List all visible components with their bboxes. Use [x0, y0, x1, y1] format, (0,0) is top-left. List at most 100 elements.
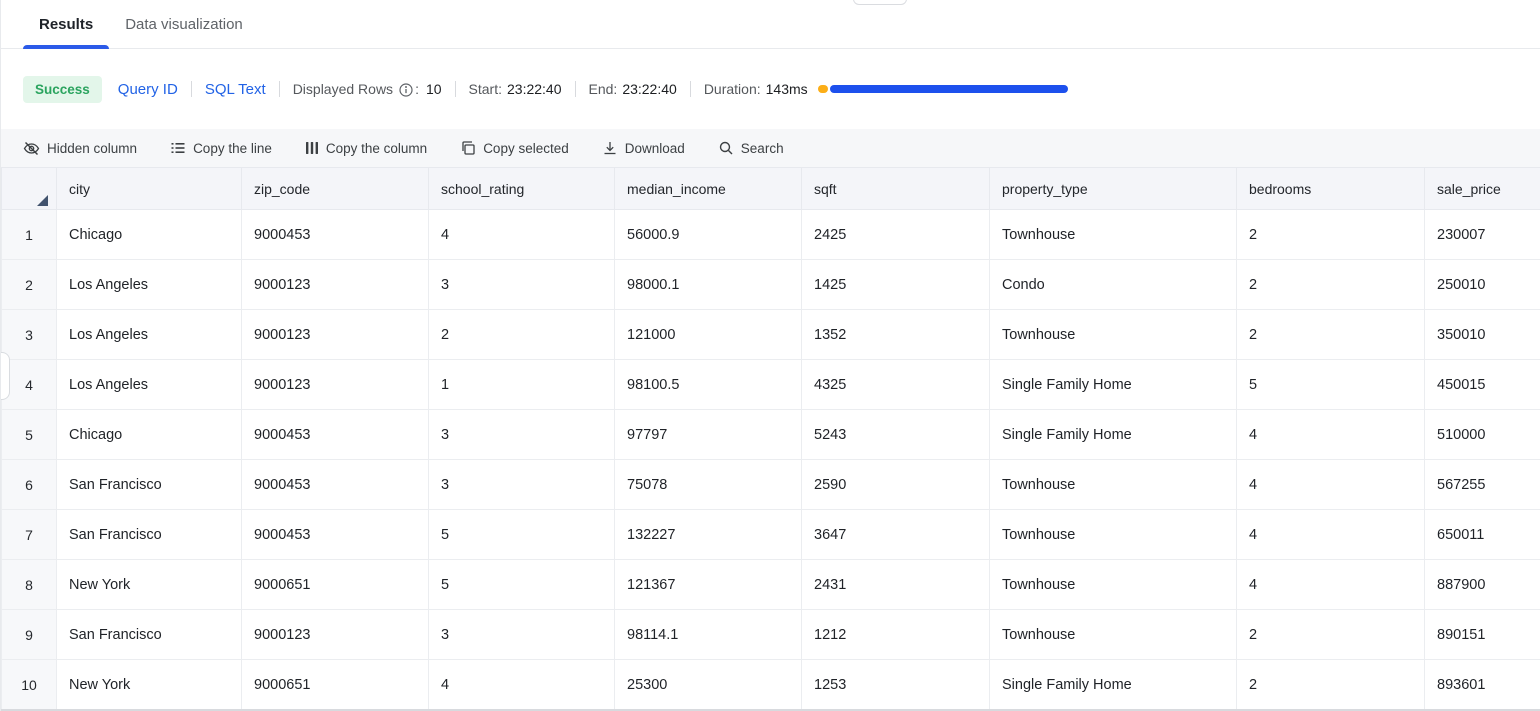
- column-header-median_income[interactable]: median_income: [615, 168, 802, 210]
- toolbar-button-download[interactable]: Download: [602, 140, 685, 156]
- cell-sqft[interactable]: 2425: [802, 210, 990, 260]
- cell-school_rating[interactable]: 3: [429, 260, 615, 310]
- cell-zip_code[interactable]: 9000651: [242, 660, 429, 710]
- row-number-cell[interactable]: 3: [2, 310, 57, 360]
- cell-median_income[interactable]: 121000: [615, 310, 802, 360]
- cell-city[interactable]: Los Angeles: [57, 360, 242, 410]
- cell-school_rating[interactable]: 2: [429, 310, 615, 360]
- select-all-corner-cell[interactable]: [2, 168, 57, 210]
- cell-property_type[interactable]: Single Family Home: [990, 410, 1237, 460]
- cell-sqft[interactable]: 2431: [802, 560, 990, 610]
- cell-property_type[interactable]: Townhouse: [990, 210, 1237, 260]
- cell-sale_price[interactable]: 510000: [1425, 410, 1540, 460]
- cell-sqft[interactable]: 3647: [802, 510, 990, 560]
- cell-median_income[interactable]: 98000.1: [615, 260, 802, 310]
- cell-zip_code[interactable]: 9000453: [242, 410, 429, 460]
- cell-property_type[interactable]: Townhouse: [990, 460, 1237, 510]
- cell-zip_code[interactable]: 9000123: [242, 610, 429, 660]
- cell-property_type[interactable]: Single Family Home: [990, 660, 1237, 710]
- cell-zip_code[interactable]: 9000453: [242, 210, 429, 260]
- cell-property_type[interactable]: Single Family Home: [990, 360, 1237, 410]
- cell-property_type[interactable]: Townhouse: [990, 510, 1237, 560]
- cell-school_rating[interactable]: 3: [429, 410, 615, 460]
- cell-bedrooms[interactable]: 2: [1237, 210, 1425, 260]
- cell-sale_price[interactable]: 650011: [1425, 510, 1540, 560]
- cell-bedrooms[interactable]: 2: [1237, 660, 1425, 710]
- cell-sale_price[interactable]: 230007: [1425, 210, 1540, 260]
- partial-button-top-edge[interactable]: [853, 0, 907, 5]
- row-number-cell[interactable]: 5: [2, 410, 57, 460]
- cell-sale_price[interactable]: 893601: [1425, 660, 1540, 710]
- cell-median_income[interactable]: 98100.5: [615, 360, 802, 410]
- cell-school_rating[interactable]: 4: [429, 210, 615, 260]
- cell-school_rating[interactable]: 1: [429, 360, 615, 410]
- cell-sqft[interactable]: 1352: [802, 310, 990, 360]
- cell-median_income[interactable]: 121367: [615, 560, 802, 610]
- row-number-cell[interactable]: 10: [2, 660, 57, 710]
- cell-sale_price[interactable]: 450015: [1425, 360, 1540, 410]
- row-number-cell[interactable]: 9: [2, 610, 57, 660]
- column-header-bedrooms[interactable]: bedrooms: [1237, 168, 1425, 210]
- cell-property_type[interactable]: Condo: [990, 260, 1237, 310]
- cell-zip_code[interactable]: 9000453: [242, 510, 429, 560]
- toolbar-button-hidden-column[interactable]: Hidden column: [23, 140, 137, 157]
- select-all-triangle-icon[interactable]: [37, 195, 48, 206]
- cell-zip_code[interactable]: 9000123: [242, 360, 429, 410]
- info-icon[interactable]: [399, 83, 413, 100]
- cell-bedrooms[interactable]: 5: [1237, 360, 1425, 410]
- cell-bedrooms[interactable]: 2: [1237, 310, 1425, 360]
- cell-bedrooms[interactable]: 4: [1237, 410, 1425, 460]
- cell-city[interactable]: San Francisco: [57, 460, 242, 510]
- cell-median_income[interactable]: 75078: [615, 460, 802, 510]
- row-number-cell[interactable]: 2: [2, 260, 57, 310]
- cell-property_type[interactable]: Townhouse: [990, 560, 1237, 610]
- cell-school_rating[interactable]: 3: [429, 460, 615, 510]
- column-header-school_rating[interactable]: school_rating: [429, 168, 615, 210]
- cell-bedrooms[interactable]: 4: [1237, 460, 1425, 510]
- cell-sale_price[interactable]: 567255: [1425, 460, 1540, 510]
- cell-bedrooms[interactable]: 4: [1237, 560, 1425, 610]
- cell-school_rating[interactable]: 4: [429, 660, 615, 710]
- row-number-cell[interactable]: 7: [2, 510, 57, 560]
- cell-city[interactable]: New York: [57, 660, 242, 710]
- cell-property_type[interactable]: Townhouse: [990, 310, 1237, 360]
- cell-zip_code[interactable]: 9000123: [242, 260, 429, 310]
- row-number-cell[interactable]: 6: [2, 460, 57, 510]
- toolbar-button-copy-the-line[interactable]: Copy the line: [170, 140, 272, 156]
- panel-collapse-handle[interactable]: [1, 352, 10, 400]
- query-id-link[interactable]: Query ID: [118, 81, 178, 98]
- row-number-cell[interactable]: 8: [2, 560, 57, 610]
- cell-zip_code[interactable]: 9000453: [242, 460, 429, 510]
- cell-city[interactable]: San Francisco: [57, 510, 242, 560]
- cell-city[interactable]: Chicago: [57, 410, 242, 460]
- cell-sale_price[interactable]: 890151: [1425, 610, 1540, 660]
- cell-sale_price[interactable]: 887900: [1425, 560, 1540, 610]
- cell-bedrooms[interactable]: 2: [1237, 260, 1425, 310]
- column-header-property_type[interactable]: property_type: [990, 168, 1237, 210]
- column-header-sale_price[interactable]: sale_price: [1425, 168, 1540, 210]
- cell-property_type[interactable]: Townhouse: [990, 610, 1237, 660]
- cell-bedrooms[interactable]: 2: [1237, 610, 1425, 660]
- cell-zip_code[interactable]: 9000123: [242, 310, 429, 360]
- cell-zip_code[interactable]: 9000651: [242, 560, 429, 610]
- cell-sqft[interactable]: 1212: [802, 610, 990, 660]
- cell-sale_price[interactable]: 250010: [1425, 260, 1540, 310]
- sql-text-link[interactable]: SQL Text: [205, 81, 266, 98]
- column-header-zip_code[interactable]: zip_code: [242, 168, 429, 210]
- cell-sqft[interactable]: 1425: [802, 260, 990, 310]
- toolbar-button-copy-the-column[interactable]: Copy the column: [305, 140, 427, 156]
- cell-median_income[interactable]: 97797: [615, 410, 802, 460]
- cell-city[interactable]: New York: [57, 560, 242, 610]
- column-header-sqft[interactable]: sqft: [802, 168, 990, 210]
- cell-sqft[interactable]: 4325: [802, 360, 990, 410]
- tab-data-visualization[interactable]: Data visualization: [109, 0, 259, 48]
- toolbar-button-copy-selected[interactable]: Copy selected: [460, 140, 569, 156]
- cell-median_income[interactable]: 98114.1: [615, 610, 802, 660]
- cell-median_income[interactable]: 132227: [615, 510, 802, 560]
- column-header-city[interactable]: city: [57, 168, 242, 210]
- cell-median_income[interactable]: 25300: [615, 660, 802, 710]
- cell-sqft[interactable]: 2590: [802, 460, 990, 510]
- row-number-cell[interactable]: 1: [2, 210, 57, 260]
- toolbar-button-search[interactable]: Search: [718, 140, 784, 156]
- cell-city[interactable]: Los Angeles: [57, 310, 242, 360]
